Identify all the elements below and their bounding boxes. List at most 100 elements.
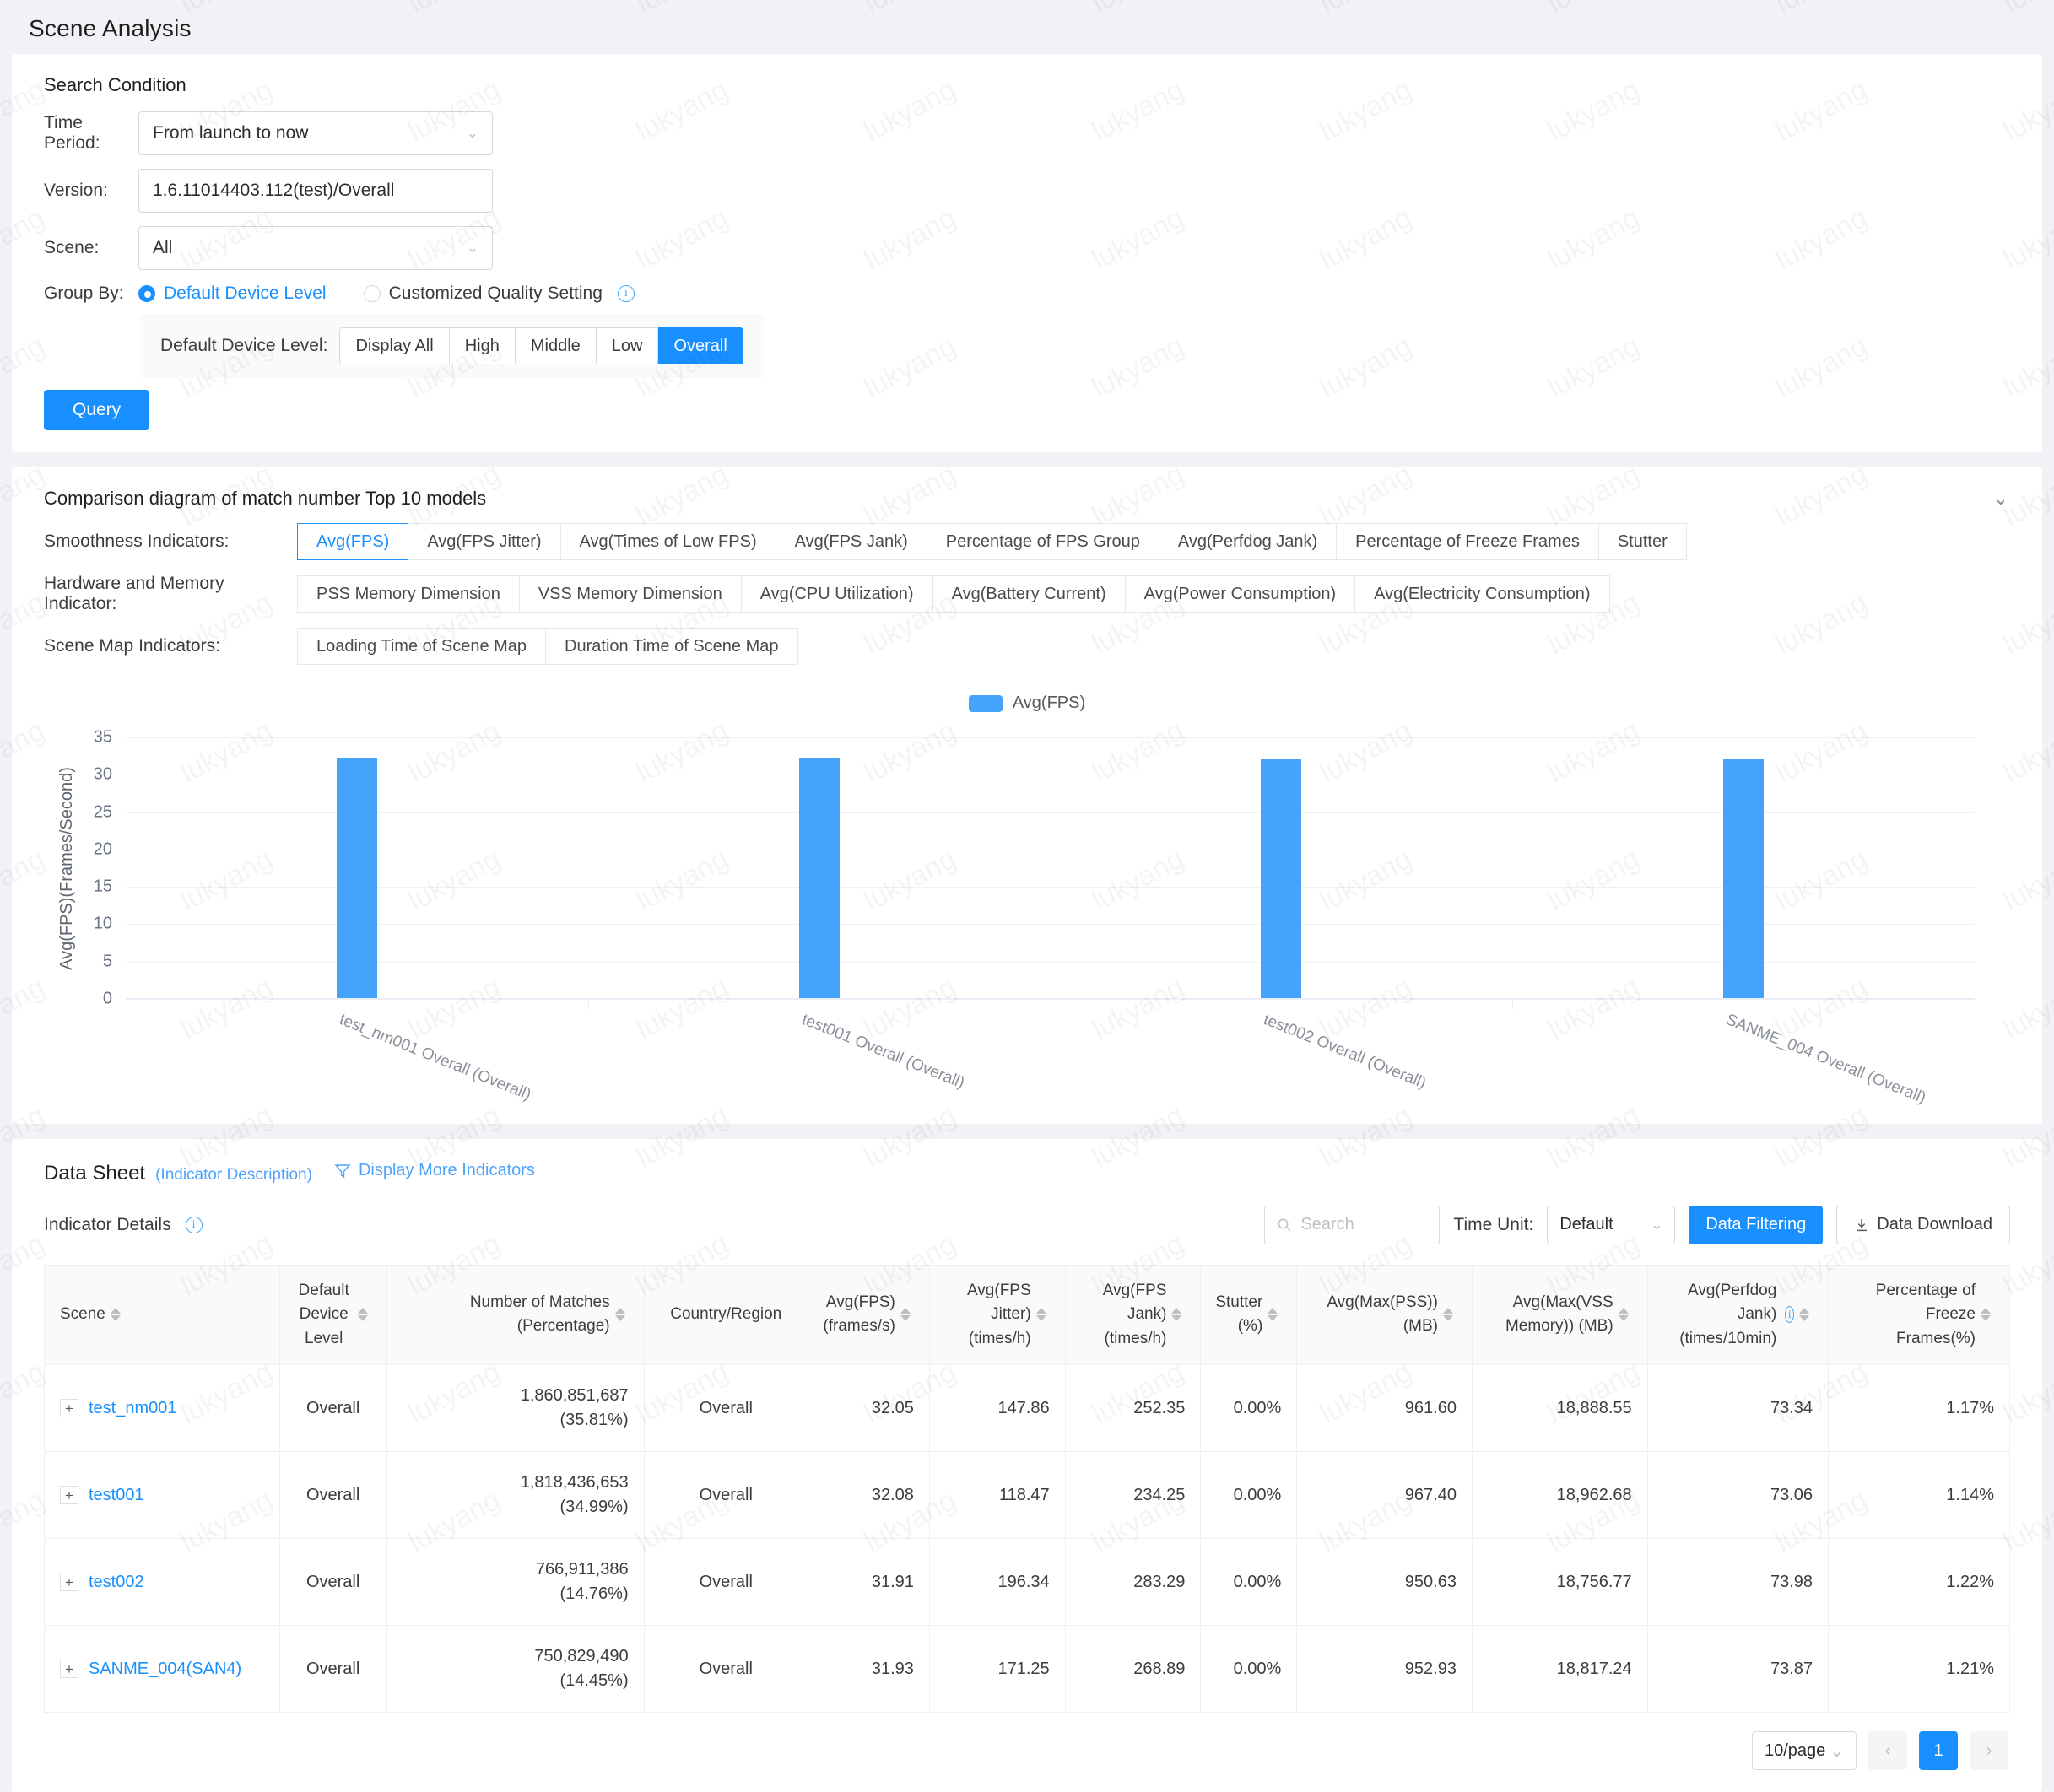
info-icon[interactable]: i (1785, 1306, 1794, 1323)
indicator-tab-avg-fps-jitter[interactable]: Avg(FPS Jitter) (408, 523, 560, 560)
indicator-tab-pss-memory-dimension[interactable]: PSS Memory Dimension (297, 575, 520, 613)
indicator-tab-vss-memory-dimension[interactable]: VSS Memory Dimension (520, 575, 742, 613)
scene-link[interactable]: SANME_004(SAN4) (89, 1660, 241, 1678)
page-number-button[interactable]: 1 (1919, 1731, 1958, 1770)
sort-icon[interactable] (111, 1308, 121, 1321)
chart-bar[interactable] (337, 758, 377, 998)
chart-bar[interactable] (799, 758, 840, 998)
scene-link[interactable]: test002 (89, 1573, 144, 1591)
chart-y-tick: 10 (94, 915, 112, 934)
device-level-option-low[interactable]: Low (597, 327, 659, 364)
data-download-button[interactable]: Data Download (1836, 1206, 2010, 1244)
table-header-stutter[interactable]: Stutter (%) (1201, 1266, 1297, 1365)
table-cell-matches: 1,860,851,687(35.81%) (386, 1365, 644, 1452)
indicator-tab-avg-cpu-utilization[interactable]: Avg(CPU Utilization) (742, 575, 933, 613)
query-row: Query (12, 378, 2042, 430)
sort-icon[interactable] (1268, 1308, 1278, 1321)
table-cell-fps: 32.05 (808, 1365, 929, 1452)
expand-row-icon[interactable]: + (60, 1486, 78, 1504)
device-level-option-middle[interactable]: Middle (516, 327, 597, 364)
prev-page-button[interactable]: ‹ (1868, 1731, 1907, 1770)
indicator-tabs: Avg(FPS)Avg(FPS Jitter)Avg(Times of Low … (297, 523, 1687, 560)
table-header-number-of-matches-percentage[interactable]: Number of Matches (Percentage) (386, 1266, 644, 1365)
sort-icon[interactable] (900, 1308, 911, 1321)
indicator-tab-avg-power-consumption[interactable]: Avg(Power Consumption) (1126, 575, 1356, 613)
indicator-tab-avg-fps-jank[interactable]: Avg(FPS Jank) (776, 523, 927, 560)
sort-icon[interactable] (1799, 1308, 1809, 1321)
chevron-down-icon: ⌄ (467, 125, 478, 142)
table-header-avg-fps-frames-s[interactable]: Avg(FPS) (frames/s) (808, 1266, 929, 1365)
search-input[interactable]: Search (1264, 1206, 1440, 1244)
indicator-tab-stutter[interactable]: Stutter (1599, 523, 1687, 560)
device-level-option-display-all[interactable]: Display All (339, 327, 449, 364)
version-input[interactable]: 1.6.11014403.112(test)/Overall (138, 169, 493, 213)
table-cell-fps-jitter: 171.25 (929, 1626, 1065, 1713)
radio-default-device-level[interactable]: Default Device Level (138, 283, 327, 304)
scene-link[interactable]: test001 (89, 1486, 144, 1504)
scene-link[interactable]: test_nm001 (89, 1399, 177, 1417)
device-level-option-high[interactable]: High (450, 327, 516, 364)
matches-percentage: (14.45%) (403, 1669, 629, 1693)
sort-icon[interactable] (1443, 1308, 1453, 1321)
indicator-tab-duration-time-of-scene-map[interactable]: Duration Time of Scene Map (546, 628, 797, 665)
indicator-tab-avg-perfdog-jank[interactable]: Avg(Perfdog Jank) (1159, 523, 1337, 560)
legend-swatch (969, 695, 1003, 712)
radio-customized-quality-setting[interactable]: Customized Quality Setting i (364, 283, 635, 304)
table-header-avg-fps-jank-times-h[interactable]: Avg(FPS Jank) (times/h) (1065, 1266, 1201, 1365)
time-unit-select[interactable]: Default ⌄ (1547, 1206, 1675, 1244)
indicator-details-label: Indicator Details (44, 1215, 171, 1235)
next-page-button[interactable]: › (1970, 1731, 2008, 1770)
indicator-tab-avg-electricity-consumption[interactable]: Avg(Electricity Consumption) (1355, 575, 1609, 613)
indicator-tab-avg-times-of-low-fps[interactable]: Avg(Times of Low FPS) (561, 523, 776, 560)
table-body: +test_nm001Overall1,860,851,687(35.81%)O… (45, 1365, 2009, 1713)
table-cell-fps-jank: 234.25 (1065, 1452, 1201, 1539)
table-header-avg-perfdog-jank-times-10min[interactable]: Avg(Perfdog Jank) (times/10min)i (1647, 1266, 1828, 1365)
table-header-default-device-level[interactable]: Default Device Level (279, 1266, 386, 1365)
table-cell-stutter: 0.00% (1201, 1626, 1297, 1713)
indicator-description-link[interactable]: (Indicator Description) (155, 1166, 312, 1185)
sort-icon[interactable] (1036, 1308, 1046, 1321)
info-icon[interactable]: i (186, 1217, 203, 1233)
sort-icon[interactable] (1171, 1308, 1181, 1321)
table-header-country-region: Country/Region (644, 1266, 808, 1365)
page-size-select[interactable]: 10/page ⌄ (1752, 1731, 1857, 1770)
device-level-option-overall[interactable]: Overall (658, 327, 743, 364)
chevron-down-icon[interactable]: ⌄ (1993, 488, 2008, 510)
table-cell-freeze-frames: 1.14% (1829, 1452, 2009, 1539)
info-icon[interactable]: i (618, 285, 635, 302)
time-unit-value: Default (1559, 1215, 1613, 1234)
radio-label-customized-quality-setting: Customized Quality Setting (389, 283, 603, 304)
table-header-percentage-of-freeze-frames[interactable]: Percentage of Freeze Frames(%) (1829, 1266, 2009, 1365)
default-device-level-segmented[interactable]: Display AllHighMiddleLowOverall (339, 327, 743, 364)
table-header-label: Avg(Max(VSS Memory)) (MB) (1488, 1291, 1613, 1339)
expand-row-icon[interactable]: + (60, 1399, 78, 1417)
indicator-tab-avg-fps[interactable]: Avg(FPS) (297, 523, 408, 560)
scene-value: All (153, 238, 172, 258)
sort-icon[interactable] (358, 1308, 368, 1321)
table-header-label: Country/Region (670, 1303, 781, 1327)
search-condition-card: Search Condition Time Period: From launc… (12, 54, 2042, 452)
indicator-tab-percentage-of-freeze-frames[interactable]: Percentage of Freeze Frames (1337, 523, 1599, 560)
data-filtering-button[interactable]: Data Filtering (1689, 1206, 1823, 1244)
time-period-select[interactable]: From launch to now ⌄ (138, 111, 493, 155)
table-header-avg-max-vss-memory-mb[interactable]: Avg(Max(VSS Memory)) (MB) (1472, 1266, 1647, 1365)
table-cell-fps: 31.93 (808, 1626, 929, 1713)
expand-row-icon[interactable]: + (60, 1573, 78, 1591)
table-cell-matches: 750,829,490(14.45%) (386, 1626, 644, 1713)
indicator-tab-percentage-of-fps-group[interactable]: Percentage of FPS Group (927, 523, 1159, 560)
indicator-tab-loading-time-of-scene-map[interactable]: Loading Time of Scene Map (297, 628, 546, 665)
table-header-scene[interactable]: Scene (45, 1266, 279, 1365)
table-header-avg-max-pss-mb[interactable]: Avg(Max(PSS)) (MB) (1297, 1266, 1473, 1365)
query-button[interactable]: Query (44, 390, 149, 430)
table-header-avg-fps-jitter-times-h[interactable]: Avg(FPS Jitter) (times/h) (929, 1266, 1065, 1365)
indicator-tab-avg-battery-current[interactable]: Avg(Battery Current) (933, 575, 1126, 613)
display-more-indicators-button[interactable]: Display More Indicators (334, 1161, 535, 1180)
sort-icon[interactable] (1619, 1308, 1629, 1321)
scene-select[interactable]: All ⌄ (138, 226, 493, 270)
chart-bar[interactable] (1261, 759, 1301, 998)
sort-icon[interactable] (1981, 1308, 1991, 1321)
data-sheet-title: Data Sheet (44, 1162, 145, 1185)
expand-row-icon[interactable]: + (60, 1660, 78, 1678)
sort-icon[interactable] (615, 1308, 625, 1321)
chart-bar[interactable] (1723, 759, 1764, 998)
